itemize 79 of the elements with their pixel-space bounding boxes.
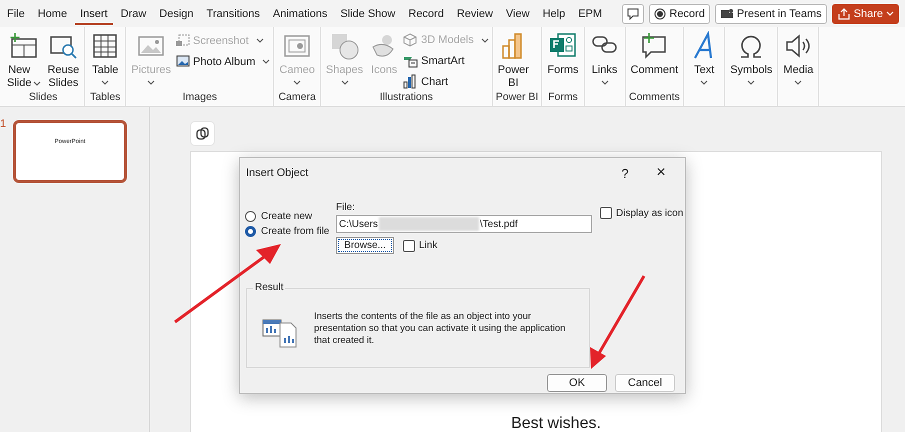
ribbon-tab[interactable]: View <box>500 2 535 24</box>
caret-icon <box>340 80 349 85</box>
ribbon-button[interactable]: Links <box>588 30 622 90</box>
caret-icon <box>33 81 42 86</box>
caret-icon <box>700 80 708 85</box>
browse-button[interactable]: Browse... <box>336 237 394 254</box>
speech-bubble-icon <box>626 7 640 20</box>
caret-icon <box>101 80 110 85</box>
file-path-field[interactable]: C:\Users \Test.pdf <box>336 215 592 233</box>
group-label: Comments <box>628 91 680 104</box>
ribbon-button[interactable]: New Slide <box>5 30 44 90</box>
share-button[interactable]: Share <box>832 4 899 24</box>
radio-option[interactable]: Create from file <box>245 226 336 237</box>
ribbon-button[interactable]: Table <box>88 30 122 90</box>
ribbon-tab[interactable]: Help <box>538 2 570 24</box>
field-label: File: <box>336 202 356 215</box>
ribbon-tab[interactable]: EPM <box>573 2 608 24</box>
caret-icon <box>600 80 609 85</box>
group-label: Forms <box>547 91 579 104</box>
share-icon <box>836 6 851 20</box>
ribbon-tab[interactable]: Review <box>452 2 498 24</box>
ribbon-tab[interactable]: Record <box>403 2 449 24</box>
caret-icon <box>886 11 894 16</box>
chart-icon <box>403 74 418 90</box>
caret-icon <box>147 80 156 85</box>
caret-icon <box>794 80 802 85</box>
ribbon-tab[interactable]: Slide Show <box>335 2 400 24</box>
slide-text: Best wishes. <box>510 415 601 432</box>
teams-icon <box>720 7 734 20</box>
record-icon <box>654 8 666 20</box>
caret-icon <box>293 80 302 85</box>
cube-icon <box>403 32 418 48</box>
ribbon-tab[interactable]: Insert <box>75 2 113 24</box>
ribbon-tab[interactable]: Home <box>32 2 72 24</box>
comments-button[interactable] <box>622 4 644 24</box>
photo-album-icon <box>175 54 190 69</box>
ribbon-button[interactable]: Forms <box>545 30 581 90</box>
group-label: Slides <box>28 91 58 104</box>
link-checkbox[interactable]: Link <box>403 240 438 252</box>
group-label: Illustrations <box>378 91 434 104</box>
caret-icon <box>256 38 264 43</box>
ribbon-tab[interactable]: Draw <box>116 2 152 24</box>
group-label: Images <box>182 91 218 104</box>
group-label: Power BI <box>496 91 538 104</box>
display-as-icon-checkbox[interactable]: Display as icon <box>600 207 684 219</box>
caret-icon <box>480 38 489 43</box>
slide-number: 1 <box>0 118 8 132</box>
group-label: Camera <box>277 91 317 104</box>
screenshot-icon <box>175 33 190 48</box>
close-button[interactable]: × <box>645 161 677 185</box>
ribbon-tab[interactable]: Animations <box>268 2 332 24</box>
ribbon-tab[interactable]: Transitions <box>202 2 265 24</box>
embedded-object-icon <box>262 317 298 348</box>
shapes-icon <box>330 31 360 61</box>
ribbon-button[interactable]: Chart <box>403 73 489 90</box>
caret-icon <box>747 80 756 85</box>
copilot-icon <box>196 127 209 140</box>
ribbon-button[interactable]: Comment <box>628 30 680 90</box>
group-label: Tables <box>89 91 122 104</box>
caret-icon <box>262 59 270 64</box>
ribbon-button[interactable]: SmartArt <box>403 52 489 70</box>
slide-icon <box>9 31 40 61</box>
ribbon-button[interactable]: Power BI <box>496 30 531 90</box>
ribbon-button[interactable]: Media <box>781 30 816 90</box>
radio-option[interactable]: Create new <box>245 211 336 222</box>
ribbon-button[interactable]: Symbols <box>728 30 774 90</box>
help-button[interactable]: ? <box>609 161 641 185</box>
ribbon-button[interactable]: Reuse Slides <box>45 30 82 90</box>
ribbon-tab[interactable]: Design <box>154 2 199 24</box>
present-in-teams-button[interactable]: Present in Teams <box>714 4 827 24</box>
copilot-button[interactable] <box>190 121 215 146</box>
result-description: Inserts the contents of the file as an object into your presentation so that you can activate it using the application that created it. <box>314 311 566 348</box>
dialog-button[interactable]: OK <box>547 374 607 392</box>
dialog-button[interactable]: Cancel <box>615 374 675 392</box>
ribbon-tab[interactable]: File <box>2 2 30 24</box>
record-button[interactable]: Record <box>649 4 710 24</box>
dialog-title: Insert Object <box>246 167 310 179</box>
ribbon-button[interactable]: Text <box>687 30 722 90</box>
ribbon-button[interactable]: Photo Album <box>175 53 270 70</box>
